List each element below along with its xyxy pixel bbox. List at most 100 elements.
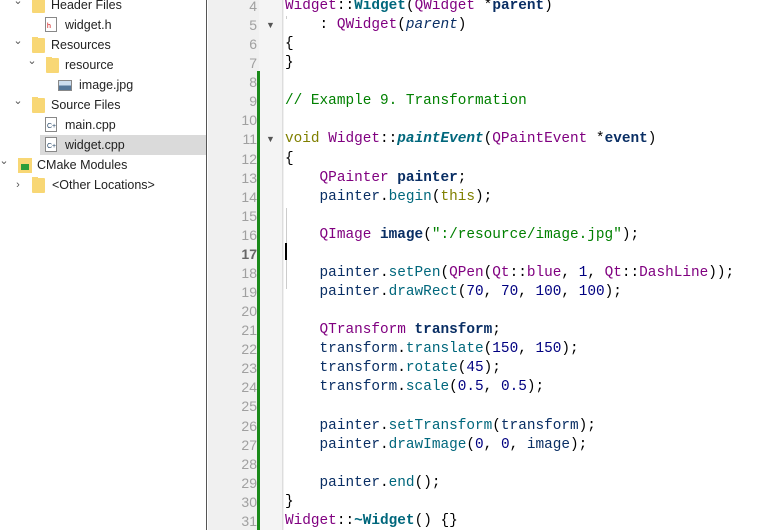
code-token: DashLine [639, 264, 709, 281]
modified-lines-marker [257, 71, 260, 530]
code-token: , [483, 436, 501, 453]
code-token: . [397, 341, 406, 358]
line-number: 19 [241, 284, 257, 301]
code-token: : [285, 17, 337, 34]
code-token: (); [414, 474, 441, 491]
line-number: 21 [241, 322, 257, 339]
code-token: ) [647, 131, 657, 148]
code-line[interactable]: { [285, 150, 294, 169]
code-token: 100 [535, 284, 562, 301]
line-number: 27 [241, 436, 257, 453]
chevron-down-icon[interactable]: ⌄ [26, 55, 38, 75]
code-line[interactable]: Widget::Widget(QWidget *parent) [285, 0, 553, 16]
code-line[interactable]: painter.end(); [285, 474, 441, 493]
code-line[interactable]: // Example 9. Transformation [285, 92, 527, 111]
line-number: 20 [241, 303, 257, 320]
code-line[interactable]: : QWidget(parent) [285, 16, 467, 35]
code-token: ); [621, 226, 640, 243]
code-token: , [518, 284, 536, 301]
chevron-down-icon[interactable]: ⌄ [12, 0, 24, 15]
code-token: * [587, 131, 605, 148]
code-token: ; [457, 169, 467, 186]
code-line[interactable]: { [285, 35, 294, 54]
cpp-file-icon: C+ [45, 117, 57, 132]
code-token: :: [621, 264, 640, 281]
tree-item[interactable]: C+ main.cpp [0, 115, 206, 135]
folder-icon [46, 57, 59, 73]
line-number: 11 [242, 131, 257, 148]
code-token: , [587, 264, 605, 281]
tree-item[interactable]: ⌄ Source Files [0, 95, 206, 115]
code-line[interactable]: transform.scale(0.5, 0.5); [285, 378, 545, 397]
code-token: :: [336, 512, 355, 529]
code-line[interactable]: painter.drawImage(0, 0, image); [285, 436, 588, 455]
code-line[interactable]: painter.setPen(QPen(Qt::blue, 1, Qt::Das… [285, 264, 735, 283]
tree-item[interactable]: h widget.h [0, 15, 206, 35]
code-token: scale [405, 379, 450, 396]
code-token: setPen [388, 264, 441, 281]
code-token: 45 [466, 360, 484, 377]
code-token: , [483, 379, 501, 396]
tree-item[interactable]: image.jpg [0, 75, 206, 95]
code-token: :: [380, 131, 398, 148]
line-number: 12 [241, 150, 257, 167]
chevron-down-icon[interactable]: ⌄ [12, 95, 24, 115]
code-line[interactable]: QImage image(":/resource/image.jpg"); [285, 226, 640, 245]
code-token: ( [449, 379, 458, 396]
code-token: . [397, 379, 406, 396]
code-line[interactable]: painter.begin(this); [285, 188, 493, 207]
code-line[interactable]: QPainter painter; [285, 169, 467, 188]
code-token: parent [405, 17, 458, 34]
fold-toggle-icon[interactable]: ▼ [266, 130, 275, 149]
code-token: transform [319, 360, 398, 377]
code-token: , [509, 436, 527, 453]
code-token: ); [526, 379, 545, 396]
folder-icon [32, 177, 45, 193]
project-tree[interactable]: ⌄ Header Files h widget.h ⌄ Resources ⌄ resourc… [0, 0, 207, 530]
code-line[interactable]: } [285, 493, 294, 512]
code-token: QPen [449, 264, 484, 281]
tree-item-label: Header Files [51, 0, 122, 12]
tree-item[interactable]: ⌄ Header Files [0, 0, 206, 15]
code-token: ( [466, 436, 476, 453]
header-file-icon: h [45, 17, 57, 32]
code-token: transform [319, 341, 398, 358]
text-cursor [285, 243, 287, 260]
chevron-down-icon[interactable]: ⌄ [12, 35, 24, 55]
tree-item[interactable]: ⌄ resource [0, 55, 206, 75]
code-token: ~Widget [354, 512, 415, 529]
line-number: 30 [241, 493, 257, 510]
code-token: :: [509, 264, 527, 281]
chevron-right-icon[interactable]: › [12, 175, 24, 195]
code-token: . [397, 360, 406, 377]
code-token: 0 [475, 436, 484, 453]
chevron-down-icon[interactable]: ⌄ [0, 155, 10, 175]
tree-item-label: resource [65, 58, 114, 72]
tree-item-label: Resources [51, 38, 111, 52]
tree-item[interactable]: C+ widget.cpp [40, 135, 206, 155]
tree-item[interactable]: ⌄ CMake Modules [0, 155, 206, 175]
code-line[interactable]: painter.setTransform(transform); [285, 417, 596, 436]
code-line[interactable]: QTransform transform; [285, 321, 501, 340]
fold-toggle-icon[interactable]: ▼ [266, 16, 275, 35]
code-token: painter [319, 436, 380, 453]
tree-item-label: CMake Modules [37, 158, 128, 172]
code-token: transform [500, 417, 579, 434]
code-line[interactable]: void Widget::paintEvent(QPaintEvent *eve… [285, 130, 656, 149]
code-token: , [518, 341, 536, 358]
code-token: { [285, 150, 294, 167]
code-line[interactable]: Widget::~Widget() {} [285, 512, 458, 531]
tree-item[interactable]: › <Other Locations> [0, 175, 206, 195]
code-line[interactable]: transform.translate(150, 150); [285, 340, 579, 359]
code-line[interactable]: transform.rotate(45); [285, 359, 501, 378]
tree-item[interactable]: ⌄ Resources [0, 35, 206, 55]
code-token: )); [708, 264, 735, 281]
code-token: ); [483, 360, 501, 377]
code-line[interactable]: } [285, 54, 294, 73]
code-token: transform [319, 379, 398, 396]
code-line[interactable]: painter.drawRect(70, 70, 100, 100); [285, 283, 622, 302]
line-number: 23 [241, 360, 257, 377]
